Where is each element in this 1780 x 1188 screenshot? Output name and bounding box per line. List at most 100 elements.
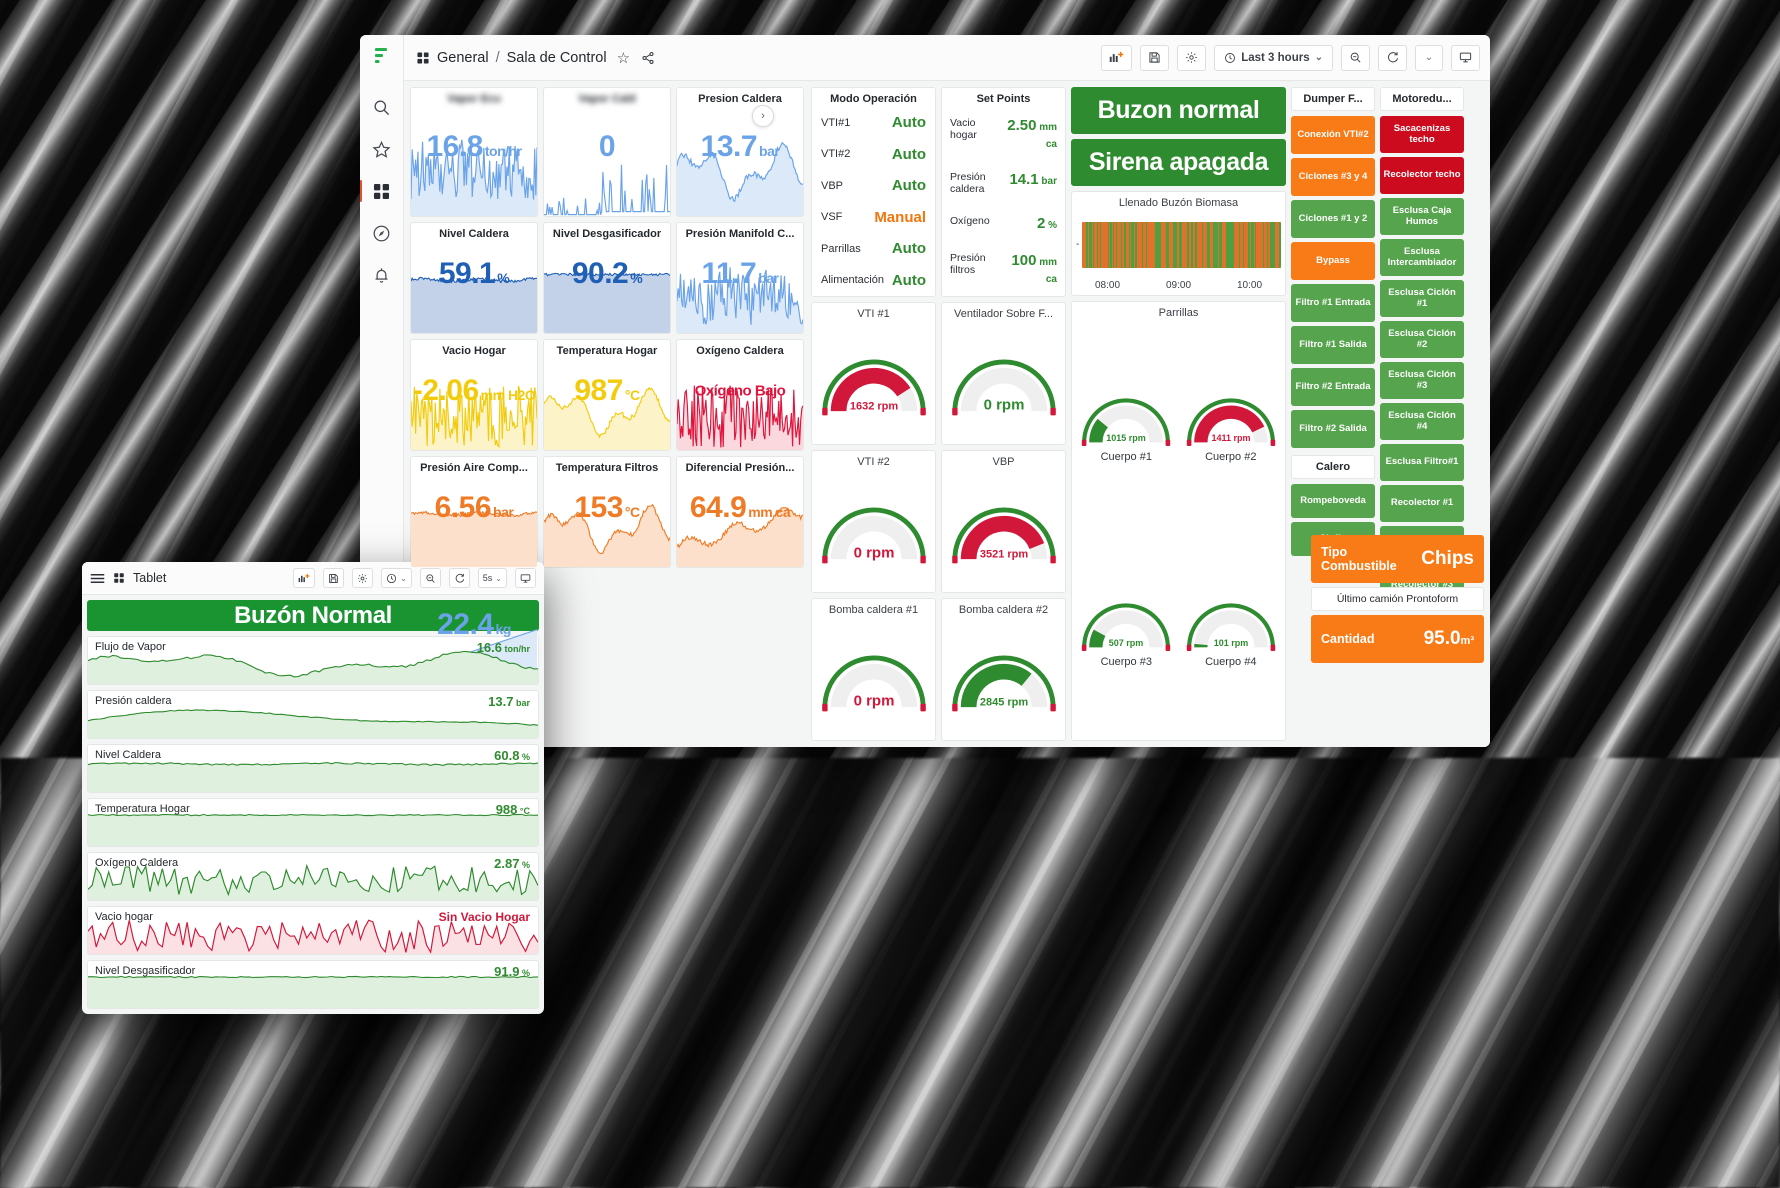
dumper-button[interactable]: Filtro #2 Salida: [1291, 410, 1375, 448]
motoreductor-button[interactable]: Esclusa Ciclón #4: [1380, 403, 1464, 440]
refresh-button[interactable]: [1378, 44, 1407, 71]
add-panel-button[interactable]: [293, 568, 316, 588]
gauge: 1632 rpm: [812, 322, 935, 444]
stat-panel[interactable]: Nivel Desgasificador 90.2%: [543, 222, 671, 334]
motoreductor-button[interactable]: Sacacenizas techo: [1380, 116, 1464, 153]
metric-name: Flujo de Vapor: [95, 641, 166, 653]
dashboard-settings-button[interactable]: [352, 568, 374, 588]
refresh-interval-dropdown[interactable]: ⌄: [1415, 44, 1443, 71]
refresh-interval-dropdown[interactable]: 5s ⌄: [477, 568, 507, 588]
parrilla-gauge[interactable]: 507 rpm Cuerpo #3: [1074, 531, 1179, 737]
tablet-metric-row[interactable]: Nivel Desgasificador 91.9 %: [87, 960, 539, 1009]
add-panel-button[interactable]: [1101, 44, 1133, 71]
modo-value: Auto: [891, 240, 926, 258]
parrilla-gauge[interactable]: 1015 rpm Cuerpo #1: [1074, 325, 1179, 531]
gauge-panel[interactable]: Bomba caldera #1 0 rpm: [811, 598, 936, 741]
panel-modo-operacion: Modo Operación VTI#1 Auto VTI#2 Auto VBP A…: [811, 87, 936, 297]
save-dashboard-button[interactable]: [323, 568, 345, 588]
motoreductores-header: Motoredu...: [1380, 87, 1464, 111]
tablet-metric-row[interactable]: Temperatura Hogar 988 °C: [87, 798, 539, 847]
panel-title: Nivel Caldera: [439, 228, 509, 240]
stat-panel[interactable]: Vacio Hogar -2.06 mm H2O: [410, 339, 538, 451]
tablet-metric-row[interactable]: Oxígeno Caldera 2.87 %: [87, 852, 539, 901]
setpoint-unit: bar: [1038, 175, 1057, 187]
panel-title: Vacio Hogar: [442, 345, 506, 357]
stat-value: 64.9 mm ca: [689, 490, 791, 524]
motoreductor-button[interactable]: Esclusa Caja Humos: [1380, 198, 1464, 235]
search-icon[interactable]: [370, 95, 394, 119]
svg-text:101 rpm: 101 rpm: [1213, 638, 1248, 648]
gauge-panel[interactable]: VBP 3521 rpm: [941, 450, 1066, 593]
stat-panel[interactable]: Vapor Ecu 16.8 ton/hr: [410, 87, 538, 217]
hamburger-icon[interactable]: [90, 572, 105, 585]
metric-unit: %: [519, 860, 530, 870]
dumper-button[interactable]: Filtro #1 Salida: [1291, 326, 1375, 364]
gauge-panel[interactable]: VTI #2 0 rpm: [811, 450, 936, 593]
dumper-button[interactable]: Filtro #2 Entrada: [1291, 368, 1375, 406]
gauge-panel[interactable]: Bomba caldera #2 2845 rpm: [941, 598, 1066, 741]
calero-button[interactable]: Rompeboveda: [1291, 484, 1375, 518]
gauge-panel[interactable]: Ventilador Sobre F... 0 rpm: [941, 302, 1066, 445]
motoreductor-button[interactable]: Recolector #1: [1380, 485, 1464, 522]
stat-panel[interactable]: Temperatura Hogar 987 °C: [543, 339, 671, 451]
alerting-bell-icon[interactable]: [370, 263, 394, 287]
motoreductor-button[interactable]: Esclusa Intercambiador: [1380, 239, 1464, 276]
setpoint-unit: mm ca: [1036, 121, 1057, 151]
metric-name: Oxígeno Caldera: [95, 857, 179, 869]
stat-panel[interactable]: Oxígeno Caldera Oxígeno Bajo: [676, 339, 804, 451]
kiosk-mode-button[interactable]: [515, 568, 536, 588]
zoom-out-time-button[interactable]: [419, 568, 441, 588]
metric-unit: bar: [513, 698, 530, 708]
kiosk-mode-button[interactable]: [1451, 44, 1480, 71]
dumper-button[interactable]: Bypass: [1291, 242, 1375, 280]
stat-panel[interactable]: Nivel Caldera 59.1%: [410, 222, 538, 334]
motoreductor-button[interactable]: Recolector techo: [1380, 157, 1464, 194]
svg-text:2845 rpm: 2845 rpm: [979, 697, 1028, 709]
nav-rail-expander-button[interactable]: ›: [752, 105, 774, 127]
metric-value: 60.8 %: [494, 748, 530, 763]
dumper-button[interactable]: Ciclones #1 y 2: [1291, 200, 1375, 238]
setpoint-row: Presión caldera 14.1 bar: [942, 168, 1065, 198]
dumper-button[interactable]: Ciclones #3 y 4: [1291, 158, 1375, 196]
breadcrumb-folder[interactable]: General: [437, 50, 489, 66]
motoreductor-button[interactable]: Esclusa Ciclón #2: [1380, 321, 1464, 358]
motoreductor-button[interactable]: Esclusa Ciclón #1: [1380, 280, 1464, 317]
sparkline: [88, 864, 538, 900]
motoreductor-button[interactable]: Esclusa Ciclón #3: [1380, 362, 1464, 399]
tablet-metric-row[interactable]: Vacio hogar Sin Vacio Hogar: [87, 906, 539, 955]
stat-unit: %: [497, 269, 510, 286]
stat-panel[interactable]: Presion Caldera 13.7 bar: [676, 87, 804, 217]
stat-panel[interactable]: Presión Aire Comp... 6.56 bar: [410, 456, 538, 568]
tablet-metric-row[interactable]: Nivel Caldera 60.8 %: [87, 744, 539, 793]
modo-value: Auto: [891, 177, 926, 195]
refresh-button[interactable]: [448, 568, 470, 588]
stat-panel[interactable]: Temperatura Filtros 153 °C: [543, 456, 671, 568]
dashboards-icon: [113, 572, 125, 584]
dumper-button[interactable]: Conexión VTI#2: [1291, 116, 1375, 154]
dumper-button[interactable]: Filtro #1 Entrada: [1291, 284, 1375, 322]
zoom-out-time-button[interactable]: [1341, 44, 1370, 71]
motoreductor-button[interactable]: Esclusa Filtro#1: [1380, 444, 1464, 481]
state-timeline[interactable]: [1082, 221, 1281, 268]
explore-compass-icon[interactable]: [370, 221, 394, 245]
stat-panel[interactable]: Vapor Cald 0: [543, 87, 671, 217]
breadcrumb-dashboard-title[interactable]: Sala de Control: [507, 50, 607, 66]
gauge-panel[interactable]: VTI #1 1632 rpm: [811, 302, 936, 445]
parrilla-gauge[interactable]: 1411 rpm Cuerpo #2: [1179, 325, 1284, 531]
banner-text: Sirena apagada: [1088, 148, 1269, 176]
share-icon[interactable]: [641, 51, 655, 65]
stat-panel[interactable]: Diferencial Presión... 64.9 mm ca: [676, 456, 804, 568]
time-range-picker[interactable]: ⌄: [381, 568, 412, 588]
tablet-dashboard-title[interactable]: Tablet: [133, 571, 166, 585]
dashboard-settings-button[interactable]: [1177, 44, 1207, 71]
save-dashboard-button[interactable]: [1140, 44, 1170, 71]
cantidad-label: Cantidad: [1321, 632, 1375, 646]
stat-panel[interactable]: Presión Manifold C... 11.7 bar: [676, 222, 804, 334]
star-icon[interactable]: ☆: [617, 49, 630, 67]
time-range-picker[interactable]: Last 3 hours ⌄: [1214, 44, 1333, 71]
parrilla-gauge[interactable]: 101 rpm Cuerpo #4: [1179, 531, 1284, 737]
gauge: 2845 rpm: [942, 618, 1065, 740]
tablet-metric-row[interactable]: Presión caldera 13.7 bar: [87, 690, 539, 739]
dashboards-icon[interactable]: [360, 179, 394, 203]
star-icon[interactable]: [370, 137, 394, 161]
